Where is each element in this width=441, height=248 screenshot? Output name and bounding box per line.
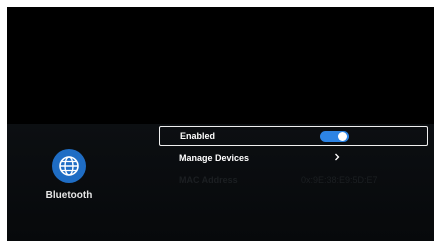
- mac-address-label: MAC Address: [179, 175, 238, 185]
- globe-icon-graphic: [59, 156, 79, 176]
- mac-address-row: MAC Address 0x:9E:38:E9:5D:E7: [159, 170, 428, 190]
- chevron-right-icon: [335, 153, 340, 161]
- enabled-toggle[interactable]: [320, 131, 349, 142]
- manage-devices-label: Manage Devices: [179, 153, 250, 163]
- manage-devices-row[interactable]: Manage Devices: [159, 148, 428, 168]
- tv-screen: Bluetooth Enabled Manage Devices MAC Add…: [7, 7, 434, 241]
- globe-icon: [52, 149, 86, 183]
- mac-address-value: 0x:9E:38:E9:5D:E7: [301, 175, 378, 185]
- enabled-row[interactable]: Enabled: [159, 126, 428, 146]
- toggle-knob: [338, 132, 347, 141]
- section-title: Bluetooth: [45, 190, 93, 201]
- enabled-label: Enabled: [180, 131, 216, 141]
